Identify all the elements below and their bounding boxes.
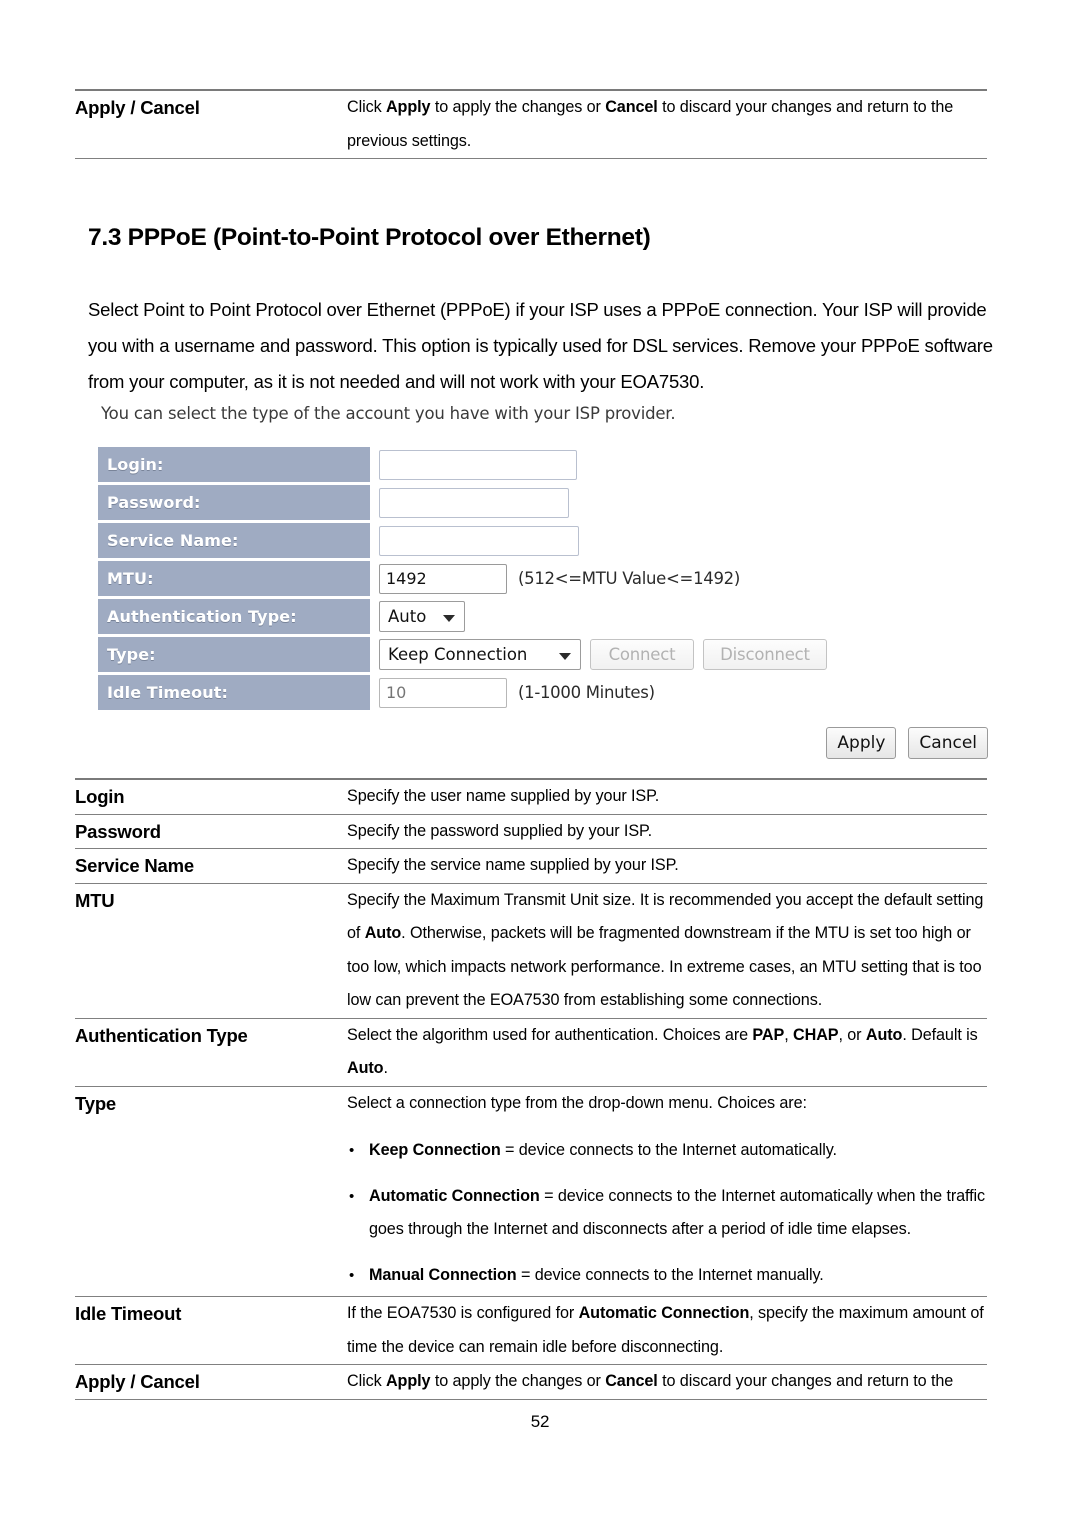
table-row: Apply / Cancel Click Apply to apply the c… bbox=[75, 90, 987, 159]
table-row-term: Password bbox=[75, 820, 161, 842]
control-type: Keep Connection Connect Disconnect bbox=[379, 639, 827, 670]
connect-button[interactable]: Connect bbox=[590, 639, 694, 670]
table-row: MTU Specify the Maximum Transmit Unit siz… bbox=[75, 883, 987, 1018]
description-text: Specify the Maximum Transmit Unit size. … bbox=[347, 890, 984, 1010]
label-service-name: Service Name: bbox=[98, 523, 370, 558]
apply-button[interactable]: Apply bbox=[826, 727, 897, 759]
label-mtu: MTU: bbox=[98, 561, 370, 596]
table-row-term: Idle Timeout bbox=[75, 1303, 182, 1324]
table-row-term: Service Name bbox=[75, 855, 194, 876]
service-name-input[interactable] bbox=[379, 525, 579, 556]
table-row-description: Specify the Maximum Transmit Unit size. … bbox=[347, 883, 987, 1018]
list-item: Manual Connection = device connects to t… bbox=[347, 1259, 987, 1293]
top-table-body: Apply / Cancel Click Apply to apply the c… bbox=[75, 90, 987, 159]
router-config-screenshot: You can select the type of the account y… bbox=[98, 404, 988, 759]
control-idle-timeout: (1-1000 Minutes) bbox=[379, 677, 655, 708]
bottom-description-table-wrapper: Login Specify the user name supplied by y… bbox=[0, 778, 987, 1400]
table-row-description: Select the algorithm used for authentica… bbox=[347, 1018, 987, 1086]
label-password: Password: bbox=[98, 485, 370, 520]
password-input[interactable] bbox=[379, 487, 569, 518]
form-row-login: Login: bbox=[98, 447, 988, 482]
table-row-term: Apply / Cancel bbox=[75, 97, 200, 118]
form-row-service-name: Service Name: bbox=[98, 523, 988, 558]
list-item: Keep Connection = device connects to the… bbox=[347, 1134, 987, 1168]
top-description-table-wrapper: Apply / Cancel Click Apply to apply the c… bbox=[0, 89, 987, 159]
form-row-idle-timeout: Idle Timeout: (1-1000 Minutes) bbox=[98, 675, 988, 710]
mtu-range-hint: (512<=MTU Value<=1492) bbox=[518, 569, 741, 588]
table-row: Authentication Type Select the algorithm … bbox=[75, 1018, 987, 1086]
bottom-description-table: Login Specify the user name supplied by y… bbox=[75, 778, 987, 1400]
table-row: Service Name Specify the service name sup… bbox=[75, 848, 987, 884]
form-row-password: Password: bbox=[98, 485, 988, 520]
table-row-term: Login bbox=[75, 786, 125, 807]
authentication-type-value: Auto bbox=[388, 607, 427, 626]
table-row-description: Specify the user name supplied by your I… bbox=[347, 779, 987, 814]
control-authentication-type: Auto bbox=[379, 601, 465, 632]
label-authentication-type: Authentication Type: bbox=[98, 599, 370, 634]
idle-timeout-range-hint: (1-1000 Minutes) bbox=[518, 683, 655, 702]
table-row-description: Click Apply to apply the changes or Canc… bbox=[347, 1365, 987, 1400]
label-idle-timeout: Idle Timeout: bbox=[98, 675, 370, 710]
control-password bbox=[379, 487, 569, 518]
description-text: Select the algorithm used for authentica… bbox=[347, 1025, 978, 1078]
table-row-description: Click Apply to apply the changes or Canc… bbox=[347, 90, 987, 159]
screenshot-action-bar: Apply Cancel bbox=[98, 727, 988, 759]
cancel-button[interactable]: Cancel bbox=[908, 727, 988, 759]
description-text: Select a connection type from the drop-d… bbox=[347, 1093, 807, 1112]
table-row-term: Type bbox=[75, 1092, 117, 1114]
list-item: Automatic Connection = device connects t… bbox=[347, 1180, 987, 1247]
table-row: Apply / Cancel Click Apply to apply the c… bbox=[75, 1364, 987, 1400]
table-row: Login Specify the user name supplied by y… bbox=[75, 779, 987, 814]
login-input[interactable] bbox=[379, 449, 577, 480]
control-mtu: (512<=MTU Value<=1492) bbox=[379, 563, 741, 594]
table-row-term: Apply / Cancel bbox=[75, 1371, 200, 1392]
table-row: Type Select a connection type from the dr… bbox=[75, 1086, 987, 1297]
table-row-description: Specify the password supplied by your IS… bbox=[347, 814, 987, 849]
description-text: Click Apply to apply the changes or Canc… bbox=[347, 98, 954, 150]
form-row-authentication-type: Authentication Type: Auto bbox=[98, 599, 988, 634]
table-row: Password Specify the password supplied by… bbox=[75, 814, 987, 849]
label-type: Type: bbox=[98, 637, 370, 672]
table-row: Idle Timeout If the EOA7530 is configured… bbox=[75, 1296, 987, 1365]
control-service-name bbox=[379, 525, 579, 556]
disconnect-button[interactable]: Disconnect bbox=[703, 639, 827, 670]
idle-timeout-input[interactable] bbox=[379, 677, 507, 708]
table-row-description: Specify the service name supplied by you… bbox=[347, 849, 987, 884]
description-text: If the EOA7530 is configured for Automat… bbox=[347, 1304, 984, 1356]
table-row-term: Authentication Type bbox=[75, 1024, 248, 1046]
form-row-type: Type: Keep Connection Connect Disconnect bbox=[98, 637, 988, 672]
choices-list: Keep Connection = device connects to the… bbox=[347, 1134, 987, 1292]
chevron-down-icon bbox=[559, 652, 571, 660]
label-login: Login: bbox=[98, 447, 370, 482]
form-row-mtu: MTU: (512<=MTU Value<=1492) bbox=[98, 561, 988, 596]
description-text: Specify the user name supplied by your I… bbox=[347, 787, 660, 805]
description-text: Specify the password supplied by your IS… bbox=[347, 821, 653, 840]
description-text: Click Apply to apply the changes or Canc… bbox=[347, 1372, 954, 1390]
connection-type-select[interactable]: Keep Connection bbox=[379, 639, 581, 670]
table-row-description: Select a connection type from the drop-d… bbox=[347, 1086, 987, 1297]
section-heading: 7.3 PPPoE (Point-to-Point Protocol over … bbox=[88, 224, 651, 251]
connection-type-value: Keep Connection bbox=[388, 645, 528, 664]
table-row-description: If the EOA7530 is configured for Automat… bbox=[347, 1297, 987, 1365]
screenshot-caption: You can select the type of the account y… bbox=[101, 404, 676, 423]
control-login bbox=[379, 449, 577, 480]
section-intro-paragraph: Select Point to Point Protocol over Ethe… bbox=[88, 299, 993, 392]
authentication-type-select[interactable]: Auto bbox=[379, 601, 465, 632]
table-row-term: MTU bbox=[75, 889, 115, 911]
description-text: Specify the service name supplied by you… bbox=[347, 856, 679, 874]
chevron-down-icon bbox=[443, 614, 455, 622]
document-page: Apply / Cancel Click Apply to apply the c… bbox=[0, 0, 1080, 1527]
mtu-input[interactable] bbox=[379, 563, 507, 594]
top-description-table: Apply / Cancel Click Apply to apply the c… bbox=[75, 89, 987, 159]
page-number: 52 bbox=[530, 1412, 550, 1431]
bottom-table-body: Login Specify the user name supplied by y… bbox=[75, 779, 987, 1399]
